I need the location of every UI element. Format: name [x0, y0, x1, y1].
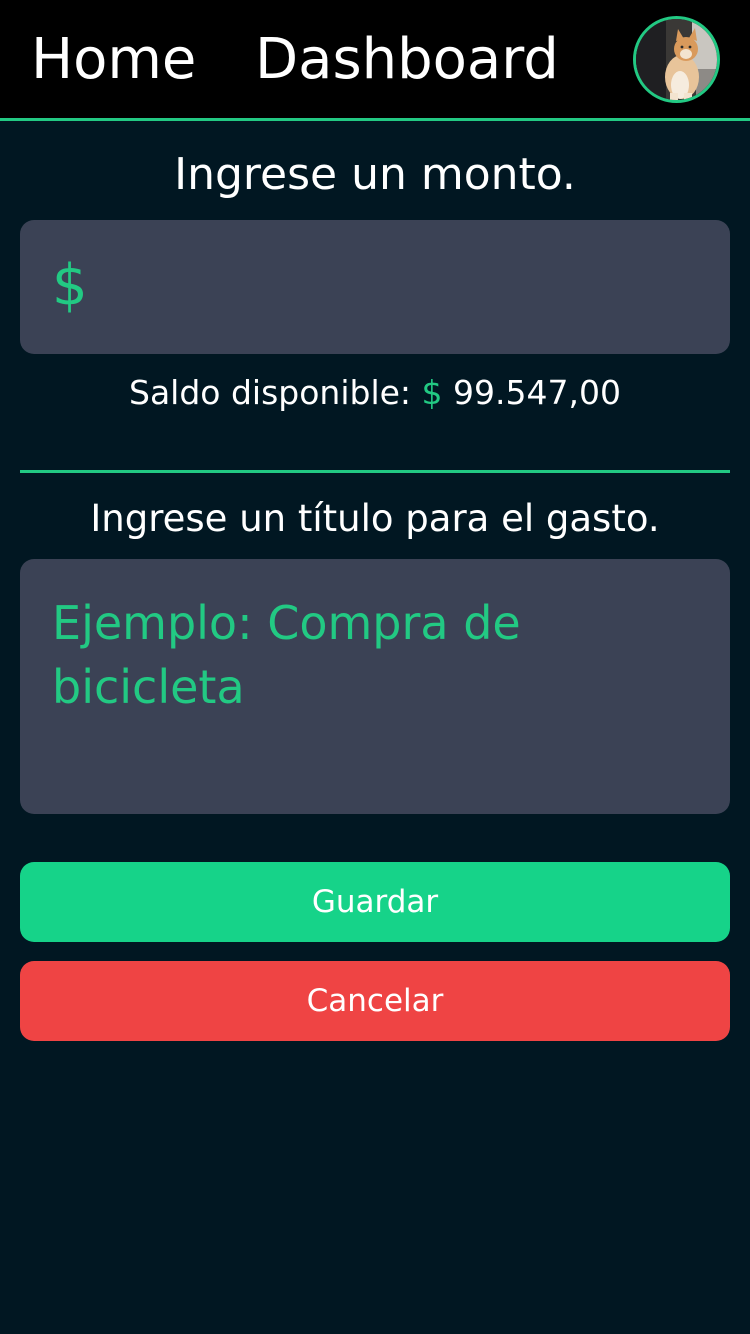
user-avatar-icon	[636, 19, 717, 100]
available-balance: Saldo disponible: $ 99.547,00	[0, 370, 750, 416]
expense-title-input[interactable]	[20, 559, 730, 814]
balance-currency-sign: $	[421, 373, 443, 412]
nav-home-link[interactable]: Home	[31, 24, 196, 96]
section-divider	[20, 470, 730, 473]
balance-value: 99.547,00	[453, 373, 621, 412]
balance-label: Saldo disponible:	[129, 373, 412, 412]
amount-field[interactable]: $	[20, 220, 730, 354]
nav-dashboard-link[interactable]: Dashboard	[255, 24, 559, 96]
title-field[interactable]	[20, 559, 730, 814]
currency-sign-icon: $	[52, 253, 88, 318]
save-button[interactable]: Guardar	[20, 862, 730, 942]
cancel-button[interactable]: Cancelar	[20, 961, 730, 1041]
avatar[interactable]	[633, 16, 720, 103]
amount-label: Ingrese un monto.	[174, 149, 576, 200]
amount-input[interactable]	[120, 250, 700, 322]
title-label: Ingrese un título para el gasto.	[90, 497, 660, 540]
top-navbar: Home Dashboard	[0, 0, 750, 121]
